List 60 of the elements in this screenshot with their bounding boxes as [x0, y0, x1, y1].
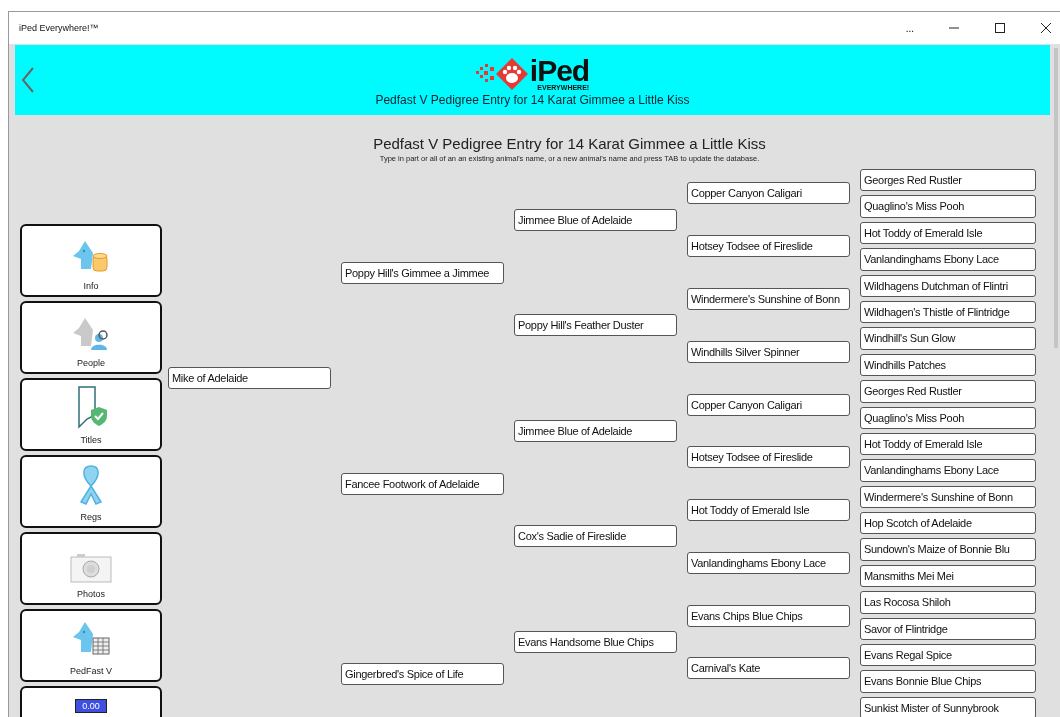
name-field[interactable]: Wildhagen's Thistle of Flintridge — [860, 300, 1036, 324]
name-field[interactable]: Hot Toddy of Emerald Isle — [860, 221, 1036, 245]
name-field[interactable]: Jimmee Blue of Adelaide — [514, 208, 677, 231]
sidebar-item[interactable]: Regs — [20, 455, 162, 528]
name-field[interactable]: Copper Canyon Caligari — [687, 182, 850, 205]
sidebar-item[interactable]: Titles — [20, 378, 162, 451]
sidebar-item[interactable]: PedFast V — [20, 609, 162, 682]
window-title: iPed Everywhere!™ — [19, 23, 99, 33]
header-subtitle: Pedfast V Pedigree Entry for 14 Karat Gimmee a Little Kiss — [375, 93, 690, 107]
maximize-icon[interactable] — [994, 22, 1006, 34]
back-icon[interactable] — [21, 67, 35, 93]
name-field[interactable]: Quaglino's Miss Pooh — [860, 195, 1036, 218]
name-field[interactable]: Windhill's Sun Glow — [860, 327, 1036, 350]
name-field[interactable]: Mansmiths Mei Mei — [860, 564, 1036, 588]
name-field[interactable]: Jimmee Blue of Adelaide — [514, 419, 677, 442]
name-field[interactable]: Wildhagens Dutchman of Flintri — [860, 274, 1036, 297]
name-field[interactable]: Carnival's Kate — [687, 657, 850, 680]
name-field[interactable]: Evans Handsome Blue Chips — [514, 631, 677, 654]
name-field[interactable]: Evans Bonnie Blue Chips — [860, 670, 1036, 693]
name-field[interactable]: Copper Canyon Caligari — [687, 393, 850, 416]
dog-person-icon — [71, 316, 111, 352]
sidebar-item[interactable]: Photos — [20, 532, 162, 605]
name-field[interactable]: Georges Red Rustler — [860, 169, 1036, 192]
more-button[interactable]: ... — [905, 22, 914, 34]
name-field[interactable]: Poppy Hill's Feather Duster — [514, 314, 677, 337]
close-icon[interactable] — [1040, 22, 1052, 34]
name-field[interactable]: Evans Regal Spice — [860, 644, 1036, 667]
name-field[interactable]: Windhills Patches — [860, 353, 1036, 377]
name-field[interactable]: Hotsey Todsee of Fireslide — [687, 446, 850, 469]
name-field[interactable]: Savor of Flintridge — [860, 617, 1036, 641]
name-field[interactable]: Poppy Hill's Gimmee a Jimmee — [341, 261, 504, 284]
name-field[interactable]: Windermere's Sunshine of Bonn — [860, 485, 1036, 509]
name-field[interactable]: Hop Scotch of Adelaide — [860, 512, 1036, 535]
name-field[interactable]: Sundown's Maize of Bonnie Blu — [860, 538, 1036, 561]
name-field[interactable]: Las Rocosa Shiloh — [860, 591, 1036, 614]
logo-name: iPed — [529, 57, 590, 84]
name-field[interactable]: Gingerbred's Spice of Life — [341, 663, 504, 686]
name-field[interactable]: Hot Toddy of Emerald Isle — [860, 432, 1036, 456]
name-field[interactable]: Sunkist Mister of Sunnybrook — [860, 696, 1036, 717]
name-field[interactable]: Quaglino's Miss Pooh — [860, 406, 1036, 429]
dog-database-icon — [71, 239, 111, 275]
name-field[interactable]: Vanlandinghams Ebony Lace — [687, 551, 850, 574]
calculator-display: 0.00 — [75, 699, 107, 713]
name-field[interactable]: Windhills Silver Spinner — [687, 340, 850, 363]
sidebar-item[interactable]: 0.00 — [20, 686, 162, 717]
name-field[interactable]: Hotsey Todsee of Fireslide — [687, 235, 850, 258]
name-field[interactable]: Hot Toddy of Emerald Isle — [687, 499, 850, 522]
camera-icon — [70, 553, 112, 583]
sidebar-item[interactable]: People — [20, 301, 162, 374]
paw-logo-icon — [475, 57, 530, 91]
name-field[interactable]: Vanlandinghams Ebony Lace — [860, 248, 1036, 271]
name-field[interactable]: Georges Red Rustler — [860, 380, 1036, 403]
name-field[interactable]: Fancee Footwork of Adelaide — [341, 472, 504, 495]
name-field[interactable]: Vanlandinghams Ebony Lace — [860, 459, 1036, 482]
name-field[interactable]: Evans Chips Blue Chips — [687, 604, 850, 627]
name-field[interactable]: Cox's Sadie of Fireslide — [514, 525, 677, 548]
page-title: Pedfast V Pedigree Entry for 14 Karat Gimmee a Little Kiss — [373, 135, 766, 152]
sidebar-item[interactable]: Info — [20, 224, 162, 297]
name-field[interactable]: Windermere's Sunshine of Bonn — [687, 287, 850, 310]
name-field[interactable]: Mike of Adelaide — [168, 367, 331, 390]
